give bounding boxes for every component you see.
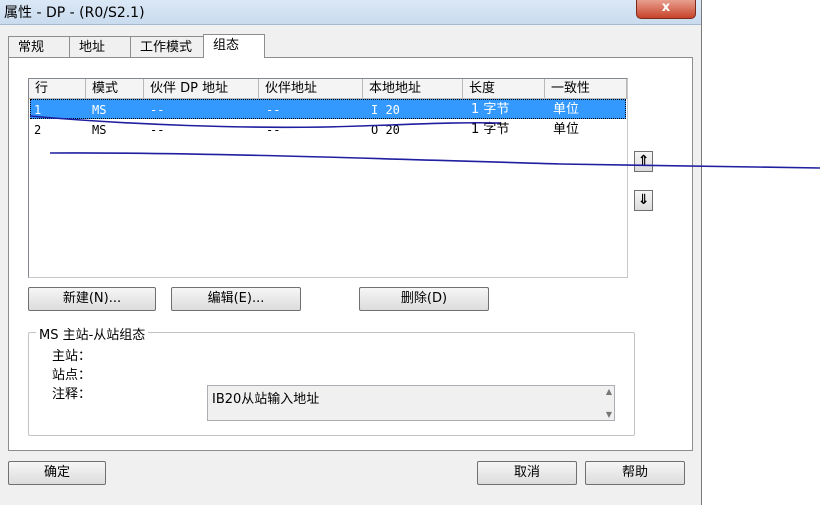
column-header-length[interactable]: 长度 — [463, 79, 545, 99]
cell-row: 2 — [34, 123, 42, 137]
arrow-down-icon: ⇓ — [637, 192, 650, 208]
new-button[interactable]: 新建(N)... — [28, 287, 156, 311]
master-label: 主站： — [52, 349, 92, 364]
table-row[interactable]: 2 MS -- -- O 20 1 字节 单位 — [30, 120, 626, 140]
tab-configuration[interactable]: 组态 — [203, 34, 265, 58]
column-header-mode[interactable]: 模式 — [86, 79, 144, 99]
edit-button[interactable]: 编辑(E)... — [171, 287, 301, 311]
title-bar: 属性 - DP - (R0/S2.1) x — [0, 0, 701, 25]
scroll-down-icon[interactable]: ▼ — [606, 410, 612, 419]
table-row[interactable]: 1 MS -- -- I 20 1 字节 单位 — [30, 99, 626, 119]
delete-button[interactable]: 删除(D) — [359, 287, 489, 311]
cell-mode: MS — [92, 123, 107, 137]
cancel-button[interactable]: 取消 — [477, 461, 577, 485]
column-header-row[interactable]: 行 — [29, 79, 86, 99]
properties-dialog: 属性 - DP - (R0/S2.1) x 常规 地址 工作模式 组态 行 模式… — [0, 0, 702, 505]
cell-partner-dp: -- — [150, 123, 165, 137]
cell-local-address: O 20 — [371, 123, 400, 137]
column-header-local-address[interactable]: 本地地址 — [363, 79, 463, 99]
tab-general[interactable]: 常规 — [8, 36, 70, 57]
move-down-button[interactable]: ⇓ — [634, 190, 653, 211]
ok-button[interactable]: 确定 — [8, 461, 106, 485]
cell-consistency: 单位 — [553, 122, 580, 137]
close-button[interactable]: x — [636, 0, 696, 19]
window-title: 属性 - DP - (R0/S2.1) — [4, 5, 145, 21]
station-label: 站点： — [52, 368, 92, 383]
cell-partner-address: -- — [266, 103, 281, 117]
group-title: MS 主站-从站组态 — [36, 324, 149, 343]
cell-partner-dp: -- — [150, 103, 165, 117]
column-header-consistency[interactable]: 一致性 — [545, 79, 627, 99]
cell-length: 1 字节 — [471, 102, 510, 117]
tab-operating-mode[interactable]: 工作模式 — [130, 36, 204, 57]
comment-value: IB20从站输入地址 — [212, 392, 320, 407]
cell-local-address: I 20 — [371, 103, 400, 117]
comment-field[interactable]: IB20从站输入地址 ▲ ▼ — [207, 385, 615, 421]
help-button[interactable]: 帮助 — [585, 461, 685, 485]
comment-label: 注释： — [52, 387, 92, 402]
move-up-button[interactable]: ⇑ — [634, 151, 653, 172]
cell-row: 1 — [34, 103, 42, 117]
cell-length: 1 字节 — [471, 122, 510, 137]
configuration-list[interactable]: 行 模式 伙伴 DP 地址 伙伴地址 本地地址 长度 一致性 1 MS -- -… — [28, 78, 628, 278]
cell-consistency: 单位 — [553, 102, 580, 117]
column-header-partner-dp[interactable]: 伙伴 DP 地址 — [144, 79, 259, 99]
column-header-partner-address[interactable]: 伙伴地址 — [259, 79, 363, 99]
tab-address[interactable]: 地址 — [69, 36, 131, 57]
cell-mode: MS — [92, 103, 107, 117]
arrow-up-icon: ⇑ — [637, 153, 650, 169]
scroll-up-icon[interactable]: ▲ — [606, 387, 612, 396]
cell-partner-address: -- — [266, 123, 281, 137]
